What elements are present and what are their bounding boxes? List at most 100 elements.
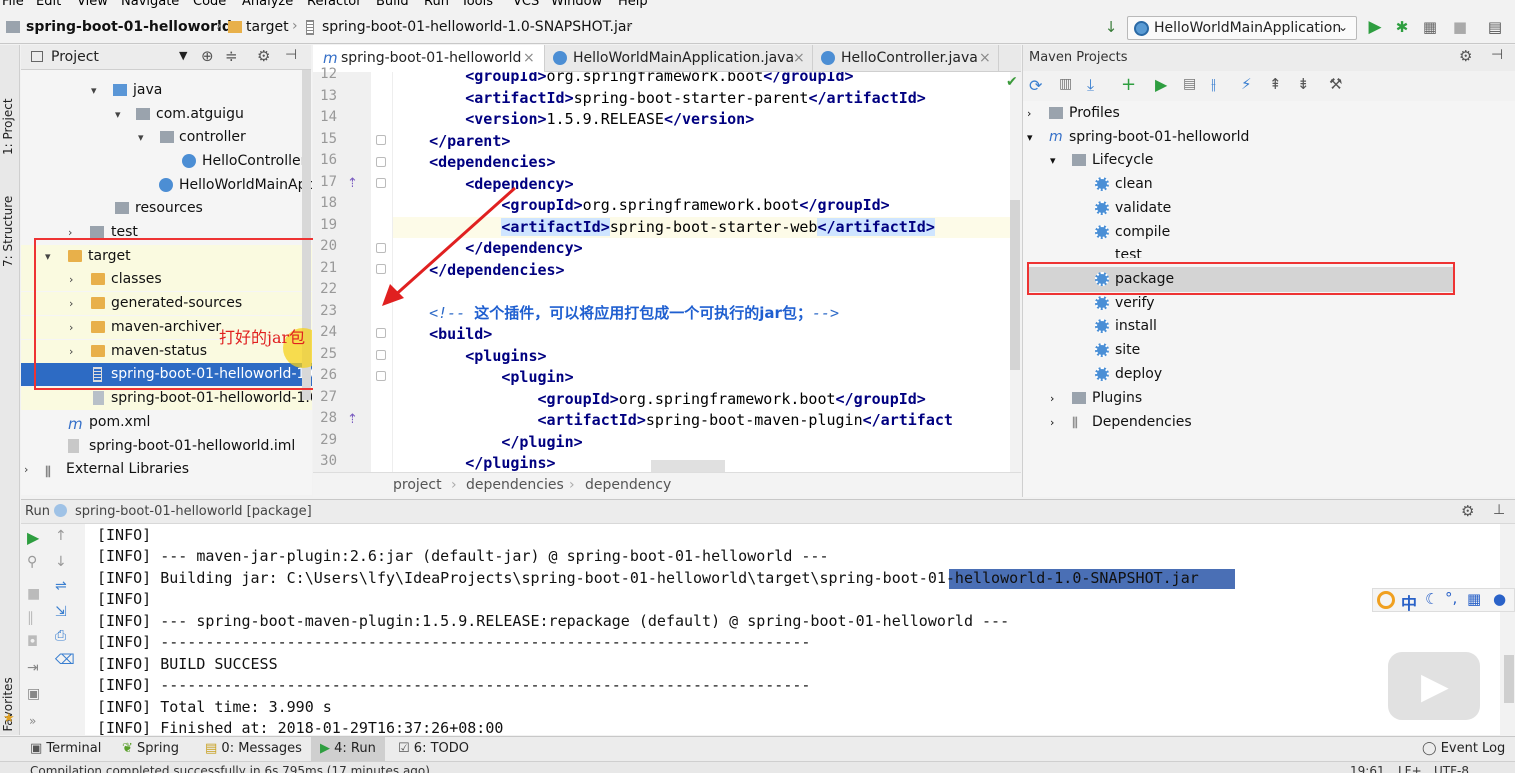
run-config-icon[interactable]: ▤ (1183, 76, 1196, 92)
run-tool-button[interactable]: ▶ 4: Run (320, 741, 376, 756)
collapse-all-icon[interactable]: ≑ (225, 47, 238, 65)
more-icon[interactable]: » (29, 714, 36, 728)
close-icon[interactable]: × (523, 45, 535, 72)
gear-icon[interactable]: ⚙ (257, 47, 270, 65)
print-icon[interactable]: ⎙ (55, 628, 66, 644)
user-icon[interactable]: ● (1493, 590, 1506, 608)
breadcrumb-dependencies-tag[interactable]: dependencies (466, 477, 564, 493)
tree-item-hellocontroller[interactable]: HelloController (21, 150, 312, 173)
debug-bug-icon[interactable]: ✱ (1393, 18, 1411, 36)
menu-build[interactable]: Build (376, 0, 409, 9)
moon-icon[interactable]: ☾ (1425, 590, 1438, 608)
goal-compile[interactable]: compile (1095, 221, 1170, 244)
breadcrumb-dependency-tag[interactable]: dependency (585, 477, 671, 493)
fold-marker-icon[interactable] (376, 371, 386, 381)
generate-sources-icon[interactable]: ▥ (1059, 76, 1072, 92)
close-icon[interactable]: × (979, 45, 991, 72)
file-encoding[interactable]: UTF-8 (1434, 764, 1469, 773)
maven-dependencies[interactable]: › ⫼ Dependencies (1050, 411, 1192, 434)
tree-item-main-app[interactable]: HelloWorldMainApp (21, 174, 312, 197)
project-panel-title[interactable]: Project (51, 49, 99, 65)
goal-verify[interactable]: verify (1095, 292, 1155, 315)
trash-icon[interactable]: ⌫ (55, 652, 75, 668)
tree-item-pom[interactable]: m pom.xml (21, 411, 312, 434)
breadcrumb-target[interactable]: target (246, 19, 289, 35)
collapse-all-icon[interactable]: ⇟ (1297, 75, 1310, 93)
toggle-offline-icon[interactable]: ⫲ (1211, 75, 1216, 93)
override-marker-icon[interactable]: ⇡ (347, 176, 358, 191)
fold-marker-icon[interactable] (376, 350, 386, 360)
console-output[interactable]: [INFO] [INFO] --- maven-jar-plugin:2.6:j… (85, 524, 1500, 735)
menu-analyze[interactable]: Analyze (242, 0, 293, 9)
tab-pom[interactable]: m spring-boot-01-helloworld × (313, 45, 545, 72)
goal-install[interactable]: install (1095, 315, 1157, 338)
download-icon[interactable]: ⤓ (1087, 75, 1094, 95)
gear-icon[interactable]: ⚙ (1459, 47, 1472, 65)
menu-help[interactable]: Help (618, 0, 648, 9)
maven-plugins[interactable]: › Plugins (1050, 387, 1142, 410)
stop-icon[interactable]: ■ (1451, 18, 1469, 36)
goal-deploy[interactable]: deploy (1095, 363, 1162, 386)
tree-item-java[interactable]: ▾ java (21, 79, 312, 102)
fold-marker-icon[interactable] (376, 157, 386, 167)
breadcrumb-project-tag[interactable]: project (393, 477, 442, 493)
ime-chinese-toggle[interactable]: 中 (1401, 590, 1417, 614)
camera-icon[interactable]: ◘ (27, 634, 38, 650)
rerun-icon[interactable]: ▶ (27, 528, 39, 547)
console-scrollbar[interactable] (1504, 655, 1514, 703)
soft-wrap-icon[interactable]: ⇌ (55, 578, 67, 594)
stop-icon[interactable]: ■ (27, 586, 40, 602)
goal-test[interactable]: test (1115, 244, 1142, 258)
coverage-icon[interactable]: ▦ (1421, 18, 1439, 36)
messages-tool-button[interactable]: ▤ 0: Messages (205, 741, 302, 756)
spring-tool-button[interactable]: ❦ Spring (122, 741, 179, 756)
pause-icon[interactable]: ∥ (27, 610, 34, 626)
skip-tests-icon[interactable]: ⚡ (1241, 75, 1252, 93)
hide-panel-icon[interactable]: ⊥ (1493, 502, 1505, 518)
menu-tools[interactable]: Tools (461, 0, 493, 9)
down-arrow-icon[interactable]: ↓ (55, 554, 67, 570)
hide-panel-icon[interactable]: ⊣ (285, 47, 297, 63)
menu-run[interactable]: Run (424, 0, 449, 9)
goal-site[interactable]: site (1095, 339, 1140, 362)
hide-panel-icon[interactable]: ⊣ (1491, 47, 1503, 63)
horizontal-scrollbar[interactable] (651, 460, 725, 472)
goal-validate[interactable]: validate (1095, 197, 1171, 220)
gear-icon[interactable]: ⚙ (1461, 502, 1474, 520)
project-tool-button[interactable]: 1: Project (1, 98, 15, 155)
keyboard-icon[interactable]: ▦ (1467, 590, 1481, 608)
up-arrow-icon[interactable]: ↑ (55, 528, 67, 544)
tab-hellocontroller[interactable]: HelloController.java × (813, 45, 999, 72)
menu-view[interactable]: View (77, 0, 108, 9)
tree-item-iml[interactable]: spring-boot-01-helloworld.iml (21, 435, 312, 458)
run-icon[interactable]: ▶ (1155, 75, 1167, 94)
tree-item-external-libraries[interactable]: › ⫼ External Libraries (21, 458, 312, 481)
tree-item-resources[interactable]: resources (21, 197, 312, 220)
maven-lifecycle[interactable]: ▾ Lifecycle (1050, 149, 1153, 172)
structure-tool-button[interactable]: 7: Structure (1, 196, 15, 267)
editor-scrollbar[interactable] (1010, 200, 1020, 370)
tab-main-application[interactable]: HelloWorldMainApplication.java × (545, 45, 813, 72)
expand-all-icon[interactable]: ⇞ (1269, 75, 1282, 93)
breadcrumb-jar[interactable]: spring-boot-01-helloworld-1.0-SNAPSHOT.j… (322, 19, 632, 35)
menu-refactor[interactable]: Refactor (307, 0, 362, 9)
tree-item-controller[interactable]: ▾ controller (21, 126, 312, 149)
menu-code[interactable]: Code (193, 0, 226, 9)
settings-wrench-icon[interactable]: ⚒ (1329, 75, 1342, 93)
event-log-tool-button[interactable]: ◯ Event Log (1422, 741, 1505, 756)
menu-vcs[interactable]: VCS (513, 0, 539, 9)
punctuation-icon[interactable]: °, (1445, 589, 1457, 607)
caret-position[interactable]: 19:61 (1350, 764, 1385, 773)
exit-icon[interactable]: ⇥ (27, 660, 39, 676)
menu-file[interactable]: File (2, 0, 24, 9)
maven-project[interactable]: ▾ m spring-boot-01-helloworld (1027, 126, 1249, 149)
run-icon[interactable]: ▶ (1366, 18, 1384, 36)
menu-window[interactable]: Window (551, 0, 602, 9)
scroll-to-end-icon[interactable]: ⇲ (55, 604, 67, 620)
breadcrumb-project[interactable]: spring-boot-01-helloworld (26, 19, 232, 35)
line-separator[interactable]: LF+ (1398, 764, 1422, 773)
add-icon[interactable]: + (1121, 74, 1136, 95)
run-config-name[interactable]: spring-boot-01-helloworld [package] (75, 504, 312, 519)
terminal-tool-button[interactable]: ▣ Terminal (30, 741, 101, 756)
chevron-down-icon[interactable]: ▼ (179, 49, 187, 62)
